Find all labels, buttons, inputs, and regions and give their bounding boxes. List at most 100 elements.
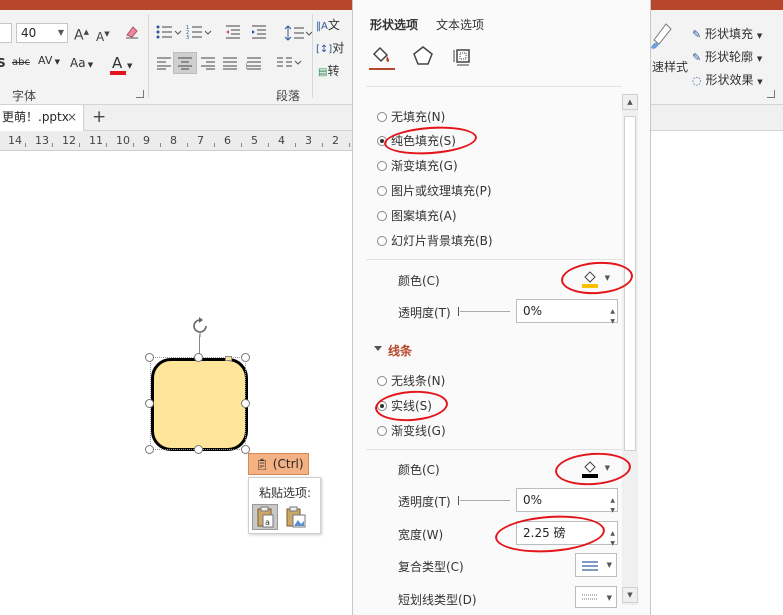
clear-format-icon[interactable]: [124, 24, 140, 45]
align-text-button[interactable]: [↕]对: [316, 39, 344, 56]
document-tab[interactable]: 更萌！.pptx ×: [0, 105, 84, 131]
align-left-icon[interactable]: [156, 56, 172, 75]
fill-option-slide-background[interactable]: 幻灯片背景填充(B): [377, 232, 493, 250]
ruler-number: 8: [170, 134, 177, 147]
line-option-none[interactable]: 无线条(N): [377, 372, 446, 390]
scroll-up-icon[interactable]: ▲: [622, 94, 638, 110]
fill-option-pattern[interactable]: 图案填充(A): [377, 207, 457, 225]
paste-options-button[interactable]: 📋︎ (Ctrl) ▼: [248, 453, 309, 491]
font-color-button[interactable]: A ▼: [110, 54, 132, 75]
tab-shape-options[interactable]: 形状选项: [370, 16, 418, 33]
size-icon: [453, 49, 470, 66]
resize-handle-top-right[interactable]: [241, 353, 250, 362]
strikethrough-button[interactable]: abc: [12, 57, 30, 68]
resize-handle-top[interactable]: [194, 353, 203, 362]
shape-outline-button[interactable]: ✎ 形状轮廓 ▼: [692, 48, 762, 65]
radio-button[interactable]: [377, 161, 387, 171]
radio-button[interactable]: [377, 186, 387, 196]
pane-scrollbar[interactable]: ▲ ▼: [622, 94, 638, 605]
chevron-down-icon: ▼: [57, 28, 64, 37]
line-spacing-icon[interactable]: [284, 24, 313, 47]
resize-handle-bottom-left[interactable]: [145, 445, 154, 454]
paste-use-destination-theme[interactable]: a: [252, 504, 278, 530]
radio-button[interactable]: [377, 426, 387, 436]
scroll-down-icon[interactable]: ▼: [622, 587, 638, 603]
font-dialog-launcher-icon[interactable]: [136, 90, 144, 98]
size-properties-tab[interactable]: [451, 44, 477, 70]
quick-styles-icon[interactable]: [648, 20, 674, 57]
radio-button[interactable]: [377, 376, 387, 386]
radio-button[interactable]: [377, 112, 387, 122]
ruler-number: 13: [35, 134, 49, 147]
line-width-label: 宽度(W): [398, 528, 444, 542]
bullets-icon[interactable]: [156, 24, 182, 45]
paste-as-picture[interactable]: [282, 504, 308, 530]
columns-icon[interactable]: [276, 56, 302, 75]
drawing-dialog-launcher-icon[interactable]: [767, 90, 775, 98]
ruler-tick: [52, 143, 53, 147]
effects-tab[interactable]: [411, 44, 437, 70]
dash-type-dropdown[interactable]: ▼: [575, 586, 617, 608]
spin-down-icon[interactable]: ▼: [610, 533, 615, 555]
radio-button[interactable]: [377, 236, 387, 246]
resize-handle-right[interactable]: [241, 399, 250, 408]
adjust-handle[interactable]: [225, 356, 232, 361]
fill-transparency-value: 0%: [523, 304, 543, 318]
decrease-indent-icon[interactable]: [224, 24, 242, 45]
shape-effects-button[interactable]: ◌ 形状效果 ▼: [692, 71, 763, 88]
radio-button[interactable]: [377, 211, 387, 221]
slider-thumb[interactable]: [458, 307, 459, 316]
quick-styles-label[interactable]: 速样式: [652, 58, 688, 75]
justify-icon[interactable]: [222, 56, 238, 75]
paint-bucket-icon: [372, 46, 390, 63]
rotate-handle-icon[interactable]: [189, 315, 211, 337]
spin-down-icon[interactable]: ▼: [610, 500, 615, 522]
fill-option-gradient[interactable]: 渐变填充(G): [377, 157, 458, 175]
collapse-icon[interactable]: [374, 346, 382, 351]
line-option-label: 渐变线(G): [391, 424, 446, 438]
fill-option-picture[interactable]: 图片或纹理填充(P): [377, 182, 492, 200]
text-direction-button[interactable]: ‖A文: [316, 16, 340, 33]
tab-text-options[interactable]: 文本选项: [436, 16, 484, 33]
increase-indent-icon[interactable]: [250, 24, 268, 45]
fill-line-tab[interactable]: [369, 44, 395, 70]
distribute-icon[interactable]: [245, 56, 262, 75]
compound-type-label: 复合类型(C): [398, 560, 464, 574]
slider-thumb[interactable]: [458, 496, 459, 505]
font-name-combo[interactable]: [0, 23, 12, 43]
ruler-tick: [160, 143, 161, 147]
font-size-combo[interactable]: 40 ▼: [16, 23, 68, 43]
fill-transparency-input[interactable]: 0% ▲ ▼: [516, 299, 618, 325]
line-option-label: 无线条(N): [391, 374, 446, 388]
numbering-icon[interactable]: 123: [186, 24, 212, 45]
fill-option-none[interactable]: 无填充(N): [377, 108, 445, 126]
resize-handle-bottom[interactable]: [194, 445, 203, 454]
grow-font-icon[interactable]: A▲: [74, 24, 89, 44]
slide-canvas-right[interactable]: [651, 131, 783, 615]
resize-handle-top-left[interactable]: [145, 353, 154, 362]
spin-down-icon[interactable]: ▼: [610, 311, 615, 333]
shrink-font-icon[interactable]: A▼: [96, 26, 110, 45]
document-tabbar: 更萌！.pptx × +: [0, 105, 352, 131]
fill-color-label: 颜色(C): [398, 274, 440, 288]
close-icon[interactable]: ×: [67, 105, 77, 129]
align-text-label: 对: [332, 41, 345, 55]
align-right-icon[interactable]: [200, 56, 216, 75]
char-spacing-button[interactable]: AV ▼: [38, 54, 60, 67]
ruler-number: 9: [143, 134, 150, 147]
align-center-button[interactable]: [173, 52, 197, 74]
resize-handle-left[interactable]: [145, 399, 154, 408]
shape-fill-button[interactable]: ✎ 形状填充 ▼: [692, 25, 762, 42]
line-option-gradient[interactable]: 渐变线(G): [377, 422, 446, 440]
chevron-down-icon: ▼: [606, 561, 612, 569]
line-section-title[interactable]: 线条: [388, 342, 412, 359]
line-transparency-slider[interactable]: [460, 500, 510, 501]
compound-type-dropdown[interactable]: ▼: [575, 553, 617, 577]
line-transparency-input[interactable]: 0% ▲ ▼: [516, 488, 618, 514]
convert-smartart-button[interactable]: ▤转: [318, 62, 339, 79]
fill-transparency-slider[interactable]: [460, 311, 510, 312]
svg-text:a: a: [265, 518, 270, 527]
shadow-button[interactable]: S: [0, 56, 6, 70]
change-case-button[interactable]: Aa ▼: [70, 56, 93, 70]
add-tab-button[interactable]: +: [92, 105, 106, 129]
